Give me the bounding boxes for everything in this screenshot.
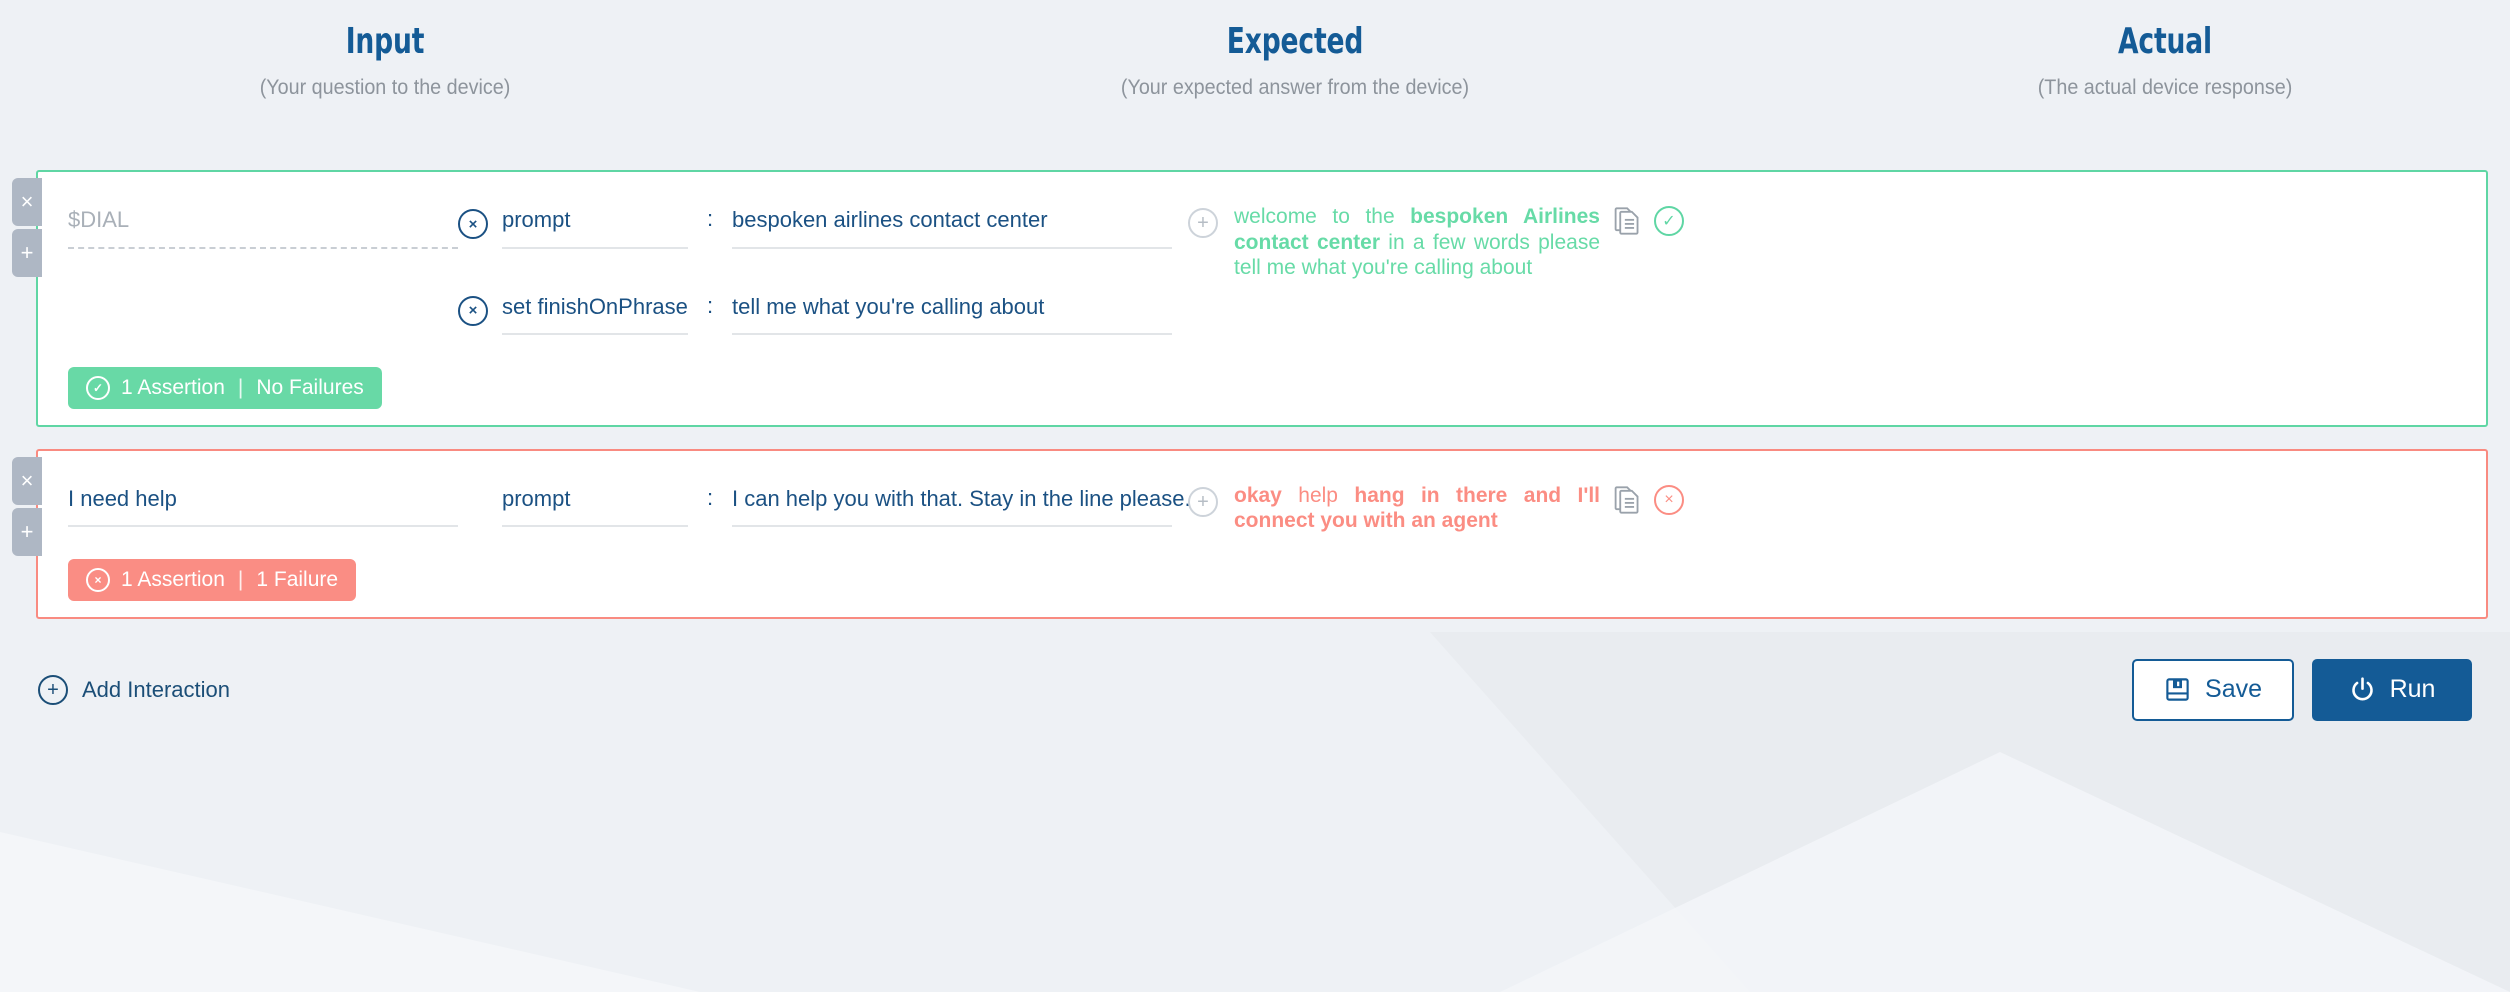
actual-segment: welcome to the bbox=[1234, 205, 1411, 228]
power-icon bbox=[2349, 676, 2376, 703]
interaction-editor-page: Input (Your question to the device) Expe… bbox=[0, 0, 2510, 992]
assertion-count: 1 Assertion bbox=[121, 375, 225, 399]
expected-key-field[interactable]: set finishOnPhrase bbox=[502, 293, 688, 336]
input-cell-empty bbox=[38, 281, 458, 293]
add-assertion-icon[interactable]: + bbox=[1188, 486, 1218, 517]
run-button[interactable]: Run bbox=[2312, 658, 2472, 721]
expected-value-cell: I can help you with that. Stay in the li… bbox=[732, 473, 1191, 528]
add-assertion-cell: + bbox=[1172, 194, 1234, 238]
delete-interaction-button[interactable]: × bbox=[12, 456, 42, 505]
expected-value-cell: tell me what you're calling about bbox=[732, 281, 1172, 336]
remove-assertion-icon[interactable]: × bbox=[458, 295, 488, 326]
expected-value-field[interactable]: tell me what you're calling about bbox=[732, 293, 1172, 336]
assertion-result: No Failures bbox=[256, 375, 364, 399]
expected-key-cell: × prompt bbox=[458, 194, 688, 249]
save-button-label: Save bbox=[2205, 675, 2262, 704]
remove-assertion-icon[interactable]: × bbox=[458, 209, 488, 239]
interaction-row: I need help prompt : I can help you with… bbox=[38, 473, 2486, 547]
actual-cell-empty bbox=[1234, 281, 2486, 291]
assertion-status-badge[interactable]: × 1 Assertion | 1 Failure bbox=[68, 558, 357, 601]
actual-segment-bold: okay bbox=[1234, 483, 1282, 507]
add-interaction-button[interactable]: + Add Interaction bbox=[38, 674, 230, 705]
add-assertion-cell-empty bbox=[1172, 281, 1234, 295]
column-headers: Input (Your question to the device) Expe… bbox=[0, 0, 2510, 170]
delete-interaction-button[interactable]: × bbox=[12, 178, 42, 226]
key-value-separator: : bbox=[706, 206, 714, 231]
actual-cell: welcome to the bespoken Airlines contact… bbox=[1234, 194, 2486, 281]
expected-value-field[interactable]: bespoken airlines contact center bbox=[732, 206, 1172, 249]
actual-cell: okay help hang in there and I'll connect… bbox=[1234, 473, 2486, 534]
expected-value-field[interactable]: I can help you with that. Stay in the li… bbox=[732, 485, 1191, 528]
actual-icons: × bbox=[1612, 483, 1684, 515]
column-title-input: Input bbox=[345, 21, 425, 62]
floppy-disk-icon bbox=[2164, 676, 2191, 703]
column-title-expected: Expected bbox=[1226, 21, 1364, 62]
assertion-status-badge[interactable]: ✓ 1 Assertion | No Failures bbox=[68, 366, 382, 409]
interaction-row: × set finishOnPhrase : tell me what you'… bbox=[38, 281, 2486, 355]
key-value-separator: : bbox=[706, 484, 714, 510]
column-subtitle-expected: (Your expected answer from the device) bbox=[1120, 75, 1470, 99]
interaction-card-wrapper: × + I need help prompt : I can help you … bbox=[0, 448, 2510, 619]
footer-actions: Save Run bbox=[2132, 658, 2472, 721]
input-cell: $DIAL bbox=[38, 194, 458, 249]
column-header-actual: Actual (The actual device response) bbox=[1820, 22, 2510, 170]
x-circle-icon[interactable]: × bbox=[1654, 484, 1684, 515]
copy-icon[interactable] bbox=[1612, 206, 1640, 236]
column-header-input: Input (Your question to the device) bbox=[0, 22, 770, 170]
check-icon: ✓ bbox=[86, 375, 110, 400]
footer-bar: + Add Interaction Save Run bbox=[0, 641, 2510, 721]
badge-separator: | bbox=[237, 567, 244, 591]
key-value-separator: : bbox=[706, 292, 714, 318]
column-header-expected: Expected (Your expected answer from the … bbox=[770, 22, 1820, 170]
add-interaction-label: Add Interaction bbox=[82, 676, 230, 702]
expected-key-field[interactable]: prompt bbox=[502, 206, 688, 249]
column-subtitle-actual: (The actual device response) bbox=[2037, 75, 2293, 99]
column-title-actual: Actual bbox=[2118, 21, 2212, 62]
interaction-side-tabs: × + bbox=[12, 456, 42, 556]
add-assertion-icon[interactable]: + bbox=[1188, 208, 1218, 238]
x-icon: × bbox=[86, 567, 110, 592]
add-interaction-below-button[interactable]: + bbox=[12, 229, 42, 277]
plus-circle-icon: + bbox=[38, 674, 68, 705]
column-subtitle-input: (Your question to the device) bbox=[259, 75, 511, 99]
interaction-card: $DIAL × prompt : bespoken airlines conta… bbox=[36, 170, 2488, 427]
expected-value-cell: bespoken airlines contact center bbox=[732, 194, 1172, 249]
interaction-side-tabs: × + bbox=[12, 178, 42, 277]
add-assertion-cell: + bbox=[1172, 473, 1234, 517]
assertion-result: 1 Failure bbox=[256, 567, 339, 591]
actual-response-text: okay help hang in there and I'll connect… bbox=[1234, 483, 1612, 534]
check-circle-icon[interactable]: ✓ bbox=[1654, 206, 1684, 236]
input-field[interactable]: I need help bbox=[68, 485, 458, 528]
input-cell: I need help bbox=[38, 473, 458, 528]
interaction-card: I need help prompt : I can help you with… bbox=[36, 448, 2488, 619]
run-button-label: Run bbox=[2389, 675, 2436, 704]
actual-response-text: welcome to the bespoken Airlines contact… bbox=[1234, 204, 1612, 281]
input-field[interactable]: $DIAL bbox=[68, 206, 458, 249]
actual-icons: ✓ bbox=[1612, 204, 1684, 236]
save-button[interactable]: Save bbox=[2132, 658, 2294, 721]
actual-segment: help bbox=[1281, 483, 1355, 507]
copy-icon[interactable] bbox=[1612, 485, 1640, 515]
interaction-row: $DIAL × prompt : bespoken airlines conta… bbox=[38, 194, 2486, 281]
expected-key-cell: prompt bbox=[458, 473, 688, 528]
badge-separator: | bbox=[237, 375, 244, 399]
interaction-card-wrapper: × + $DIAL × prompt : bespoken airlines c… bbox=[0, 170, 2510, 427]
expected-key-field[interactable]: prompt bbox=[502, 485, 688, 528]
add-interaction-below-button[interactable]: + bbox=[12, 507, 42, 556]
expected-key-cell: × set finishOnPhrase bbox=[458, 281, 688, 336]
assertion-count: 1 Assertion bbox=[121, 567, 225, 591]
